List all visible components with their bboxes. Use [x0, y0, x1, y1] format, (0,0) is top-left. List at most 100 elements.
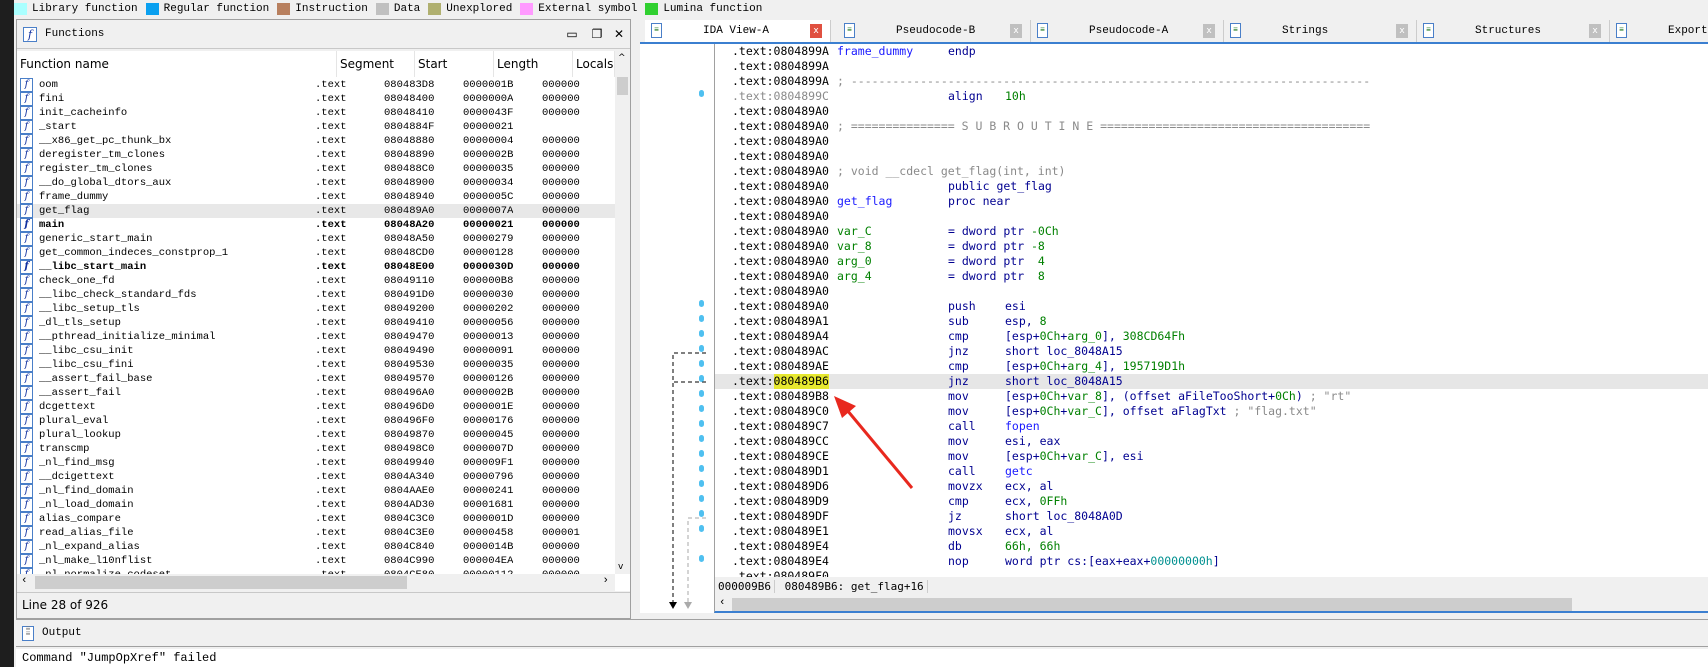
code-line[interactable]: .text:080489F0: [715, 569, 1708, 577]
code-line[interactable]: .text:080489A0 push esi: [715, 299, 1708, 314]
function-row[interactable]: f transcmp .text 080498C0 0000007D 000000: [17, 442, 615, 456]
line-label[interactable]: var_8: [837, 239, 872, 254]
code-line[interactable]: .text:080489A0 var_C = dword ptr -0Ch: [715, 224, 1708, 239]
breakpoint-dot[interactable]: [699, 90, 704, 97]
code-line[interactable]: .text:0804899C align 10h: [715, 89, 1708, 104]
breakpoint-dot[interactable]: [699, 495, 704, 502]
breakpoint-dot[interactable]: [699, 315, 704, 322]
function-row[interactable]: f plural_eval .text 080496F0 00000176 000000: [17, 414, 615, 428]
code-line[interactable]: .text:080489E1 movsx ecx, al: [715, 524, 1708, 539]
function-row[interactable]: f __dcigettext .text 0804A340 00000796 000000: [17, 470, 615, 484]
scroll-down-icon[interactable]: v: [618, 562, 623, 572]
function-row[interactable]: f get_common_indeces_constprop_1 .text 0804…: [17, 246, 615, 260]
function-row[interactable]: f __x86_get_pc_thunk_bx .text 08048880 00000…: [17, 134, 615, 148]
function-row[interactable]: f __assert_fail .text 080496A0 0000002B 00000…: [17, 386, 615, 400]
scroll-thumb[interactable]: [732, 598, 1572, 611]
line-label[interactable]: var_C: [837, 224, 872, 239]
code-line[interactable]: .text:080489A0: [715, 149, 1708, 164]
function-row[interactable]: f _nl_find_domain .text 0804AAE0 00000241 000…: [17, 484, 615, 498]
breakpoint-dot[interactable]: [699, 330, 704, 337]
line-label[interactable]: arg_0: [837, 254, 872, 269]
breakpoint-dot[interactable]: [699, 375, 704, 382]
breakpoint-dot[interactable]: [699, 465, 704, 472]
breakpoint-dot[interactable]: [699, 525, 704, 532]
close-tab-icon[interactable]: x: [810, 24, 822, 38]
function-row[interactable]: f _nl_expand_alias .text 0804C840 0000014B 00…: [17, 540, 615, 554]
breakpoint-dot[interactable]: [699, 345, 704, 352]
function-row[interactable]: f __libc_setup_tls .text 08049200 00000202 00…: [17, 302, 615, 316]
function-row[interactable]: f deregister_tm_clones .text 08048890 000000…: [17, 148, 615, 162]
scroll-left-icon[interactable]: ‹: [21, 575, 28, 587]
maximize-icon[interactable]: ▭: [564, 26, 580, 42]
line-label[interactable]: arg_4: [837, 269, 872, 284]
line-label[interactable]: frame_dummy: [837, 44, 913, 59]
tab-structures[interactable]: ≡ Structures x: [1417, 20, 1610, 42]
function-row[interactable]: f __do_global_dtors_aux .text 08048900 00000…: [17, 176, 615, 190]
close-tab-icon[interactable]: x: [1589, 24, 1601, 38]
function-row[interactable]: f __libc_csu_fini .text 08049530 00000035 000…: [17, 358, 615, 372]
restore-icon[interactable]: ❐: [589, 26, 605, 42]
function-row[interactable]: f dcgettext .text 080496D0 0000001E 000000: [17, 400, 615, 414]
function-row[interactable]: f plural_lookup .text 08049870 00000045 00000…: [17, 428, 615, 442]
close-tab-icon[interactable]: x: [1396, 24, 1408, 38]
code-line[interactable]: .text:080489A0: [715, 104, 1708, 119]
function-row[interactable]: f _nl_find_msg .text 08049940 000009F1 000000: [17, 456, 615, 470]
function-row[interactable]: f fini .text 08048400 0000000A 000000: [17, 92, 615, 106]
function-row[interactable]: f read_alias_file .text 0804C3E0 00000458 000…: [17, 526, 615, 540]
breakpoint-dot[interactable]: [699, 555, 704, 562]
column-header[interactable]: Start: [415, 51, 494, 77]
column-header[interactable]: Function name: [17, 51, 337, 77]
function-row[interactable]: f _nl_make_l10nflist .text 0804C990 000004EA…: [17, 554, 615, 568]
code-line[interactable]: .text:0804899A ; ------------------------…: [715, 74, 1708, 89]
tab-pseudocode-a[interactable]: ≡ Pseudocode-A x: [1031, 20, 1224, 42]
horizontal-scrollbar[interactable]: ‹ ›: [17, 574, 615, 591]
code-line[interactable]: .text:080489E4 nop word ptr cs:[eax+eax+ 00…: [715, 554, 1708, 569]
scroll-up-icon[interactable]: ^: [618, 53, 626, 63]
function-row[interactable]: f generic_start_main .text 08048A50 00000279…: [17, 232, 615, 246]
listing-horizontal-scrollbar[interactable]: ‹: [714, 597, 1708, 613]
breakpoint-dot[interactable]: [699, 450, 704, 457]
scroll-right-icon[interactable]: ›: [602, 575, 609, 587]
function-row[interactable]: f __libc_csu_init .text 08049490 00000091 000…: [17, 344, 615, 358]
code-line[interactable]: .text:080489AC jnz short loc_8048A15: [715, 344, 1708, 359]
code-line[interactable]: .text:080489A4 cmp [esp+ 0Ch + arg_0], 308CD6…: [715, 329, 1708, 344]
scroll-thumb[interactable]: [617, 77, 628, 95]
tab-pseudocode-b[interactable]: ≡ Pseudocode-B x: [838, 20, 1031, 42]
vertical-scrollbar[interactable]: ^ v: [615, 51, 630, 574]
line-address[interactable]: .text:080489B6: [732, 374, 829, 389]
code-line[interactable]: .text:080489E4 db 66h, 66h: [715, 539, 1708, 554]
breakpoint-dot[interactable]: [699, 420, 704, 427]
code-line[interactable]: .text:080489A0 ; =============== S U B R …: [715, 119, 1708, 134]
function-row[interactable]: f alias_compare .text 0804C3C0 0000001D 00000…: [17, 512, 615, 526]
close-icon[interactable]: ✕: [611, 26, 627, 42]
code-line[interactable]: .text:080489A0 arg_4 = dword ptr 8: [715, 269, 1708, 284]
code-line[interactable]: .text:080489A0: [715, 209, 1708, 224]
function-row[interactable]: f __libc_check_standard_fds .text 080491D0 0…: [17, 288, 615, 302]
code-line[interactable]: .text:080489A0 get_flag proc near: [715, 194, 1708, 209]
function-row[interactable]: f __pthread_initialize_minimal .text 080494…: [17, 330, 615, 344]
breakpoint-dot[interactable]: [699, 390, 704, 397]
function-row[interactable]: f oom .text 080483D8 0000001B 000000: [17, 78, 615, 92]
close-tab-icon[interactable]: x: [1203, 24, 1215, 38]
line-label[interactable]: get_flag: [837, 194, 892, 209]
function-row[interactable]: f _dl_tls_setup .text 08049410 00000056 00000…: [17, 316, 615, 330]
code-line[interactable]: .text:080489A0 public get_flag: [715, 179, 1708, 194]
function-row[interactable]: f register_tm_clones .text 080488C0 00000035…: [17, 162, 615, 176]
code-line[interactable]: .text:080489DF jz short loc_8048A0D: [715, 509, 1708, 524]
code-line[interactable]: .text:080489A0: [715, 134, 1708, 149]
tab-exports[interactable]: ≡ Exports: [1610, 20, 1708, 42]
function-row[interactable]: f __libc_start_main .text 08048E00 0000030D 0…: [17, 260, 615, 274]
breakpoint-dot[interactable]: [699, 360, 704, 367]
code-line[interactable]: .text:080489AE cmp [esp+ 0Ch + arg_4], 195719…: [715, 359, 1708, 374]
breakpoint-dot[interactable]: [699, 405, 704, 412]
code-line[interactable]: .text:0804899A frame_dummy endp: [715, 44, 1708, 59]
code-line[interactable]: .text:080489A1 sub esp, 8: [715, 314, 1708, 329]
breakpoint-dot[interactable]: [699, 510, 704, 517]
function-row[interactable]: f get_flag .text 080489A0 0000007A 000000: [17, 204, 615, 218]
function-row[interactable]: f __assert_fail_base .text 08049570 00000126…: [17, 372, 615, 386]
function-row[interactable]: f check_one_fd .text 08049110 000000B8 000000: [17, 274, 615, 288]
function-row[interactable]: f init_cacheinfo .text 08048410 0000043F 0000…: [17, 106, 615, 120]
tab-strings[interactable]: ≡ Strings x: [1224, 20, 1417, 42]
function-row[interactable]: f _nl_load_domain .text 0804AD30 00001681 000…: [17, 498, 615, 512]
function-row[interactable]: f _start .text 0804884F 00000021: [17, 120, 615, 134]
